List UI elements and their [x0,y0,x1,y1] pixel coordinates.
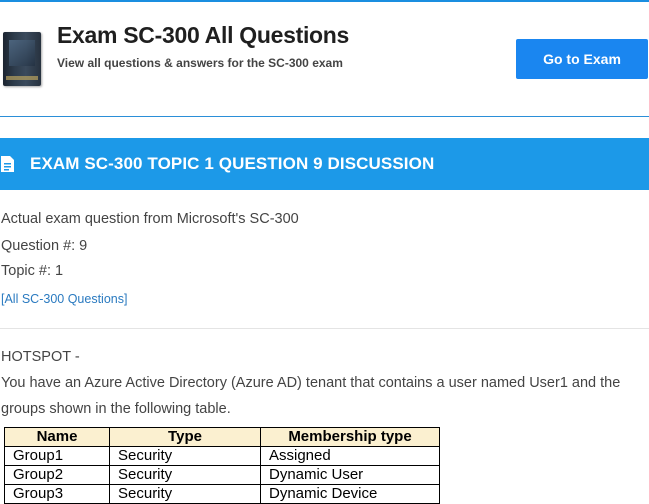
table-cell: Security [109,484,261,504]
topic-number: Topic #: 1 [1,263,64,279]
table-cell: Dynamic User [260,465,440,485]
table-cell: Group3 [4,484,110,504]
exam-subtitle: View all questions & answers for the SC-… [57,56,343,70]
table-cell: Group2 [4,465,110,485]
exam-book-image [3,32,41,86]
table-row: Group3 Security Dynamic Device [4,484,440,504]
groups-table: Name Type Membership type Group1 Securit… [4,427,440,504]
table-row: Group2 Security Dynamic User [4,465,440,485]
table-row: Group1 Security Assigned [4,446,440,466]
question-source: Actual exam question from Microsoft's SC… [1,211,299,227]
document-icon [1,156,14,172]
table-cell: Dynamic Device [260,484,440,504]
question-type: HOTSPOT - [1,349,80,365]
divider [0,328,649,329]
exam-header: Exam SC-300 All Questions View all quest… [0,2,649,117]
table-cell: Security [109,446,261,466]
discussion-title: EXAM SC-300 TOPIC 1 QUESTION 9 DISCUSSIO… [30,154,435,173]
column-header-type: Type [109,427,261,447]
column-header-name: Name [4,427,110,447]
question-number: Question #: 9 [1,238,88,254]
table-cell: Security [109,465,261,485]
go-to-exam-button[interactable]: Go to Exam [516,39,648,79]
question-line-2: groups shown in the following table. [1,401,231,417]
table-cell: Assigned [260,446,440,466]
table-header-row: Name Type Membership type [4,427,440,447]
all-questions-link[interactable]: [All SC-300 Questions] [1,292,127,306]
table-cell: Group1 [4,446,110,466]
question-line-1: You have an Azure Active Directory (Azur… [1,375,621,391]
exam-title: Exam SC-300 All Questions [57,22,350,48]
discussion-header: EXAM SC-300 TOPIC 1 QUESTION 9 DISCUSSIO… [0,138,649,190]
column-header-membership-type: Membership type [260,427,440,447]
